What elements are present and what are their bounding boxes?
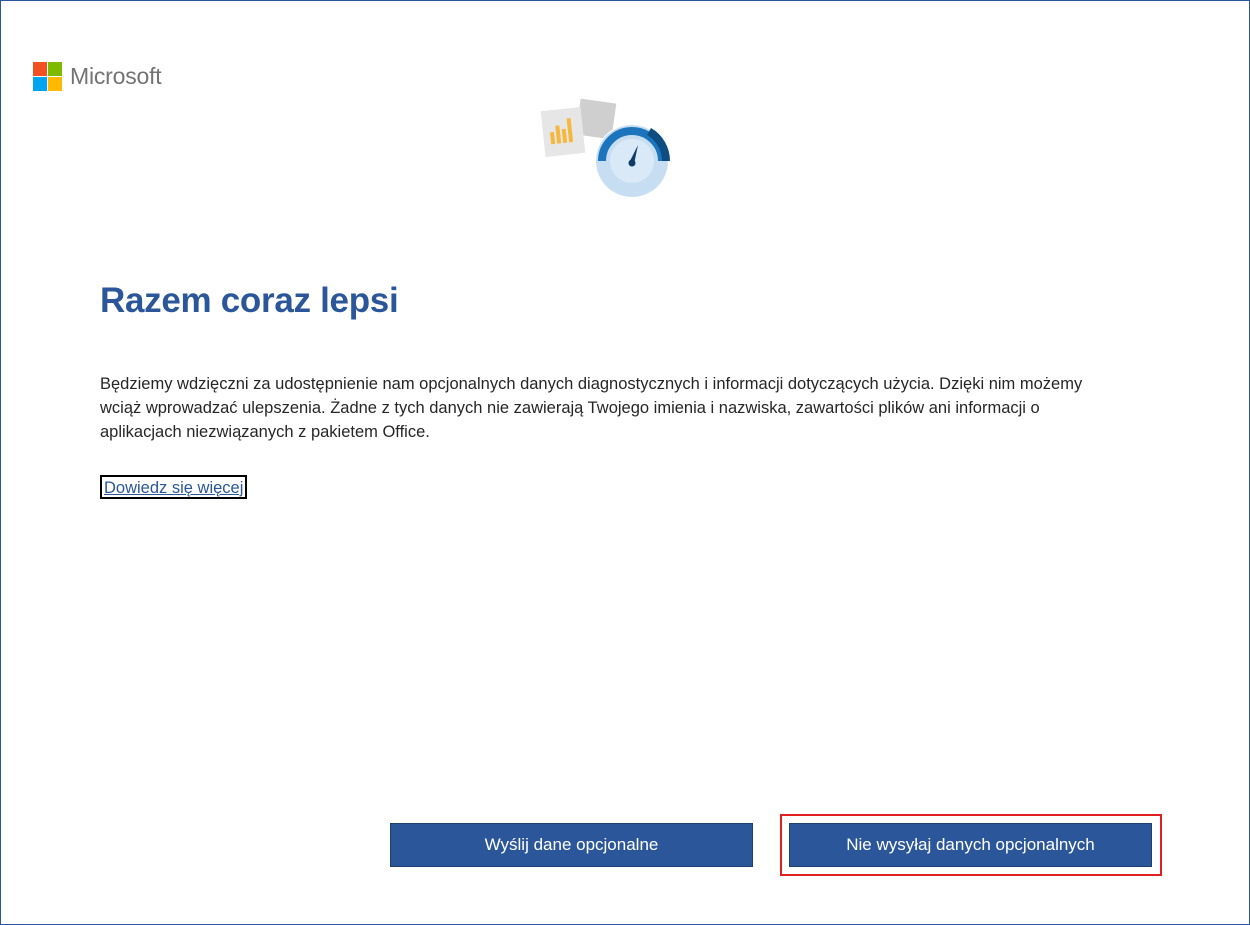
microsoft-logo-icon xyxy=(33,62,62,91)
logo-square-red xyxy=(33,62,47,76)
logo-square-green xyxy=(48,62,62,76)
page-title: Razem coraz lepsi xyxy=(100,281,399,320)
brand-header: Microsoft xyxy=(33,62,162,91)
logo-square-yellow xyxy=(48,77,62,91)
brand-name: Microsoft xyxy=(70,63,162,89)
learn-more-link[interactable]: Dowiedz się więcej xyxy=(100,475,248,499)
diagnostics-gauge-illustration-icon xyxy=(537,97,677,205)
logo-square-blue xyxy=(33,77,47,91)
send-optional-data-button[interactable]: Wyślij dane opcjonalne xyxy=(390,823,753,867)
description-text: Będziemy wdzięczni za udostępnienie nam … xyxy=(100,375,1083,441)
dont-send-optional-data-button[interactable]: Nie wysyłaj danych opcjonalnych xyxy=(789,823,1152,867)
dialog-window: Microsoft Razem coraz lepsi Będziemy wdz xyxy=(0,0,1250,925)
